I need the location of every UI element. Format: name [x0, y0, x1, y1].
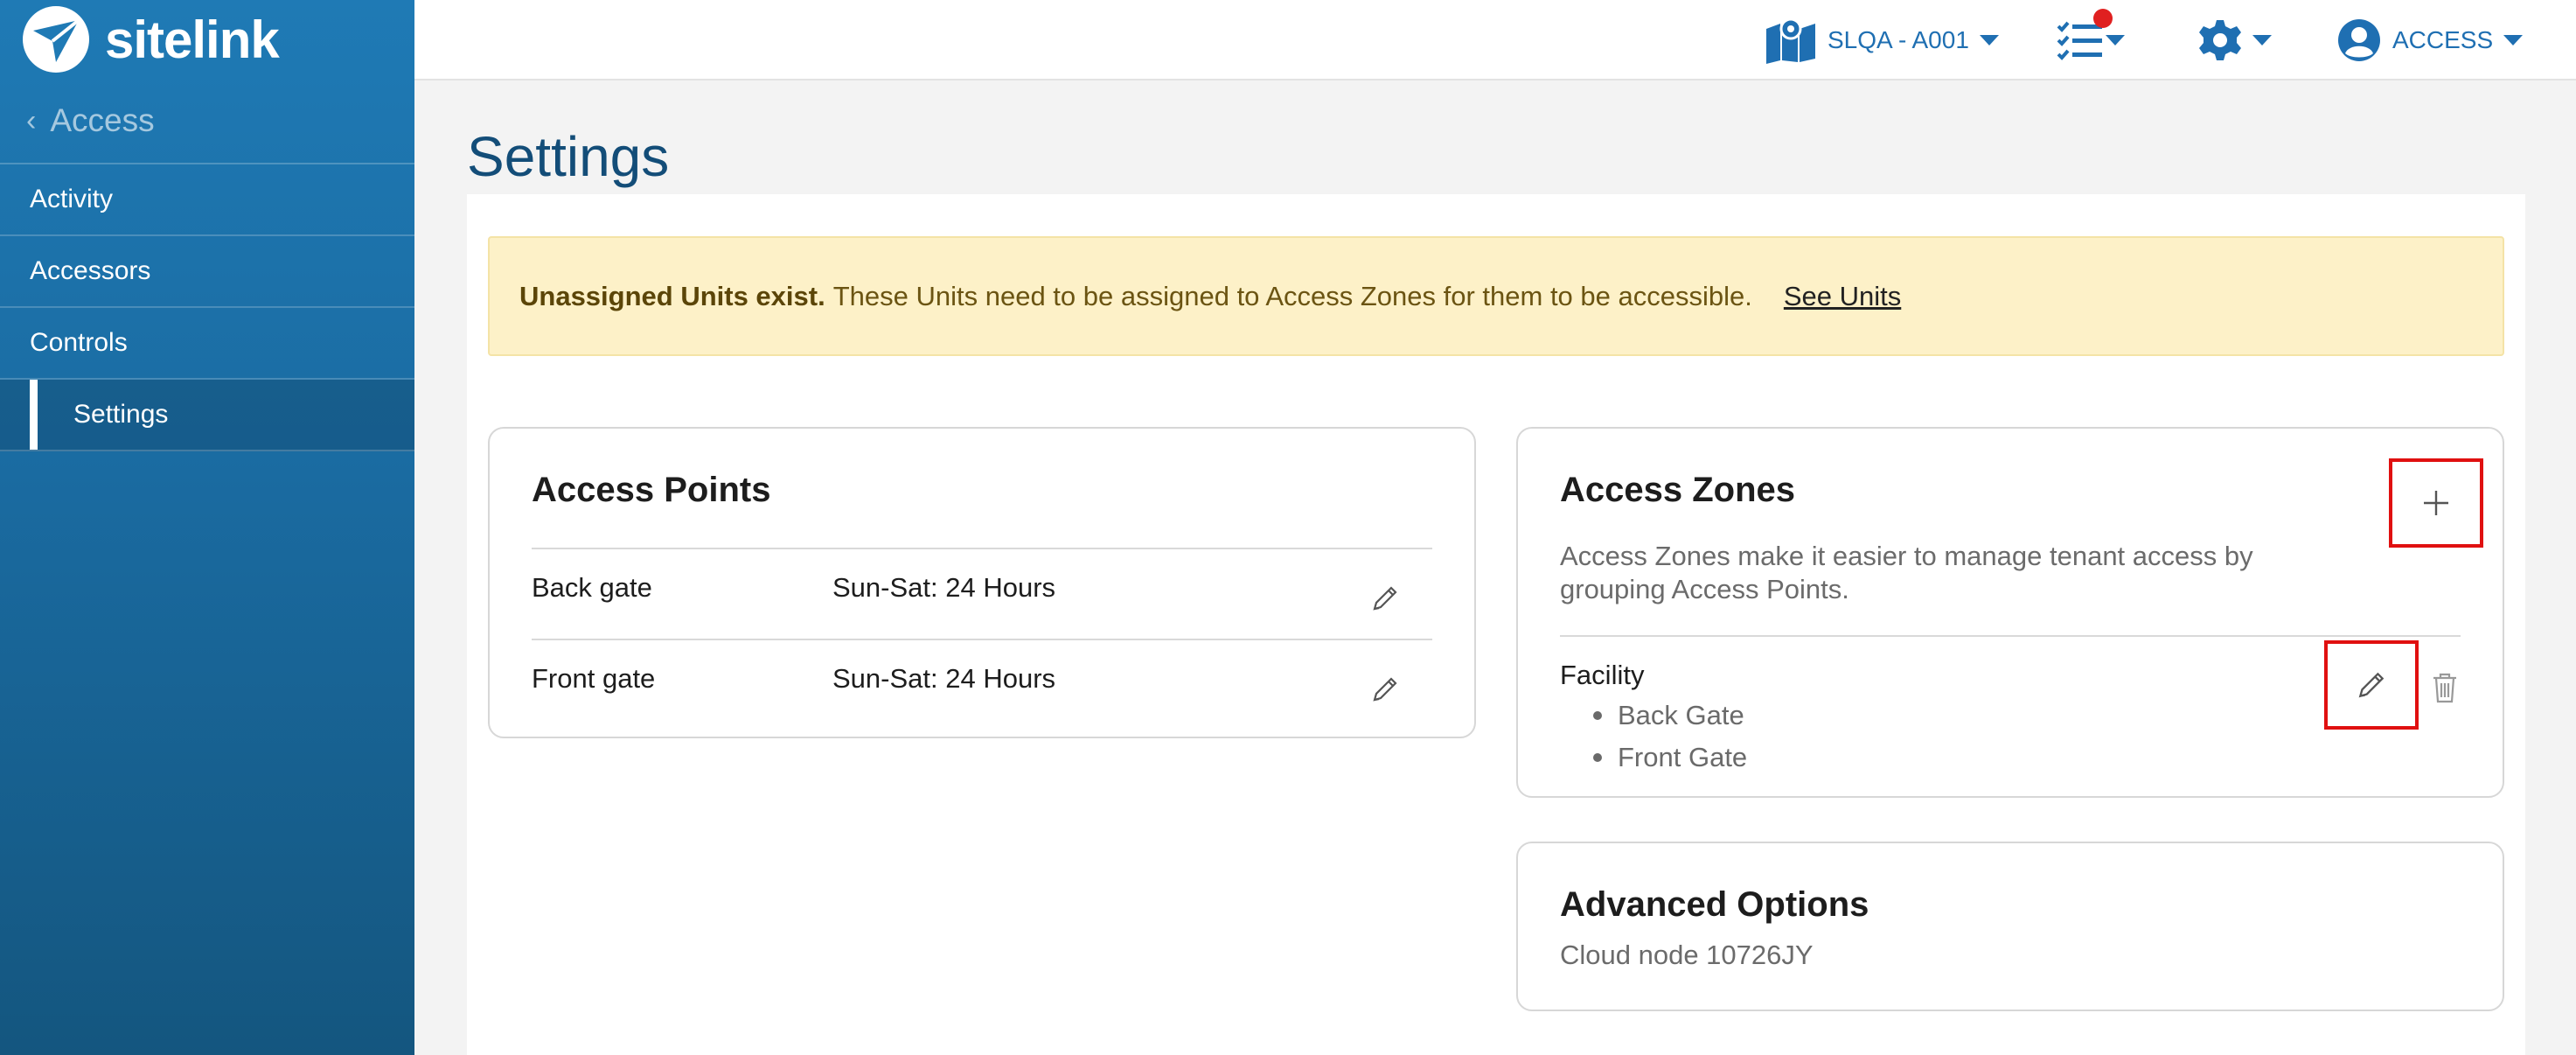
advanced-options-card: Advanced Options Cloud node 10726JY	[1516, 842, 2504, 1011]
location-selector[interactable]: SLQA - A001	[1765, 0, 1999, 80]
access-point-name: Back gate	[532, 572, 652, 603]
add-access-zone-button[interactable]	[2389, 458, 2483, 548]
access-point-schedule: Sun-Sat: 24 Hours	[832, 663, 1056, 694]
sidebar: sitelink ‹ Access Activity Accessors Con…	[0, 0, 414, 1055]
page-title: Settings	[467, 125, 670, 188]
list-item: Front Gate	[1593, 737, 1747, 779]
user-menu[interactable]: ACCESS	[2336, 0, 2524, 80]
sidebar-item-label: Accessors	[30, 256, 151, 285]
settings-menu[interactable]	[2198, 0, 2272, 80]
location-label: SLQA - A001	[1828, 26, 1969, 53]
brand-name: sitelink	[105, 10, 280, 69]
list-item: Back Gate	[1593, 695, 1747, 737]
gear-icon	[2199, 20, 2241, 60]
zone-name: Facility	[1560, 660, 1645, 690]
access-points-card: Access Points Back gate Sun-Sat: 24 Hour…	[488, 427, 1476, 738]
divider	[1560, 635, 2461, 637]
alert-bold-text: Unassigned Units exist.	[519, 280, 825, 311]
alert-text: These Units need to be assigned to Acces…	[832, 280, 1752, 311]
advanced-options-title: Advanced Options	[1560, 885, 1869, 924]
top-bar: SLQA - A001 ACCESS	[414, 0, 2576, 80]
delete-zone-button[interactable]	[2426, 668, 2464, 707]
access-zones-title: Access Zones	[1560, 471, 1796, 509]
sidebar-item-label: Activity	[30, 185, 114, 213]
pencil-icon	[2358, 672, 2385, 698]
chevron-left-icon: ‹	[26, 103, 37, 137]
back-label: Access	[50, 102, 155, 138]
brand-logo[interactable]: sitelink	[0, 0, 414, 79]
sidebar-item-controls[interactable]: Controls	[0, 308, 414, 380]
settings-content: Unassigned Units exist. These Units need…	[467, 194, 2525, 1055]
access-zones-card: Access Zones Access Zones make it easier…	[1516, 427, 2504, 798]
logo-icon	[23, 6, 89, 73]
user-circle-icon	[2338, 19, 2380, 61]
cloud-node-label: Cloud node 10726JY	[1560, 940, 1814, 970]
unassigned-units-alert: Unassigned Units exist. These Units need…	[488, 236, 2504, 356]
sidebar-item-settings[interactable]: Settings	[0, 380, 414, 451]
divider	[532, 548, 1432, 549]
tasks-menu[interactable]	[2057, 0, 2125, 80]
edit-back-gate-button[interactable]	[1366, 579, 1404, 618]
access-point-schedule: Sun-Sat: 24 Hours	[832, 572, 1056, 603]
zone-access-points-list: Back Gate Front Gate	[1593, 695, 1747, 779]
chevron-down-icon	[1979, 35, 1999, 45]
see-units-link[interactable]: See Units	[1784, 281, 1901, 312]
edit-zone-button[interactable]	[2324, 640, 2419, 730]
notification-badge	[2093, 9, 2113, 28]
access-point-name: Front gate	[532, 663, 656, 694]
chevron-down-icon	[2106, 35, 2125, 45]
pencil-icon	[1373, 586, 1397, 611]
user-label: ACCESS	[2392, 26, 2494, 53]
trash-icon	[2433, 673, 2456, 703]
map-pin-icon	[1766, 17, 1815, 64]
edit-front-gate-button[interactable]	[1366, 670, 1404, 709]
divider	[532, 639, 1432, 640]
pencil-icon	[1373, 677, 1397, 702]
sidebar-item-label: Settings	[73, 400, 169, 429]
access-zones-description: Access Zones make it easier to manage te…	[1560, 541, 2253, 571]
back-to-access-link[interactable]: ‹ Access	[0, 79, 414, 164]
plus-icon	[2424, 491, 2448, 515]
chevron-down-icon	[2503, 35, 2524, 45]
access-zones-description-line2: grouping Access Points.	[1560, 574, 1849, 604]
sidebar-item-label: Controls	[30, 328, 128, 357]
access-points-title: Access Points	[532, 471, 771, 509]
sidebar-item-accessors[interactable]: Accessors	[0, 236, 414, 308]
sidebar-item-activity[interactable]: Activity	[0, 164, 414, 236]
chevron-down-icon	[2252, 35, 2272, 45]
